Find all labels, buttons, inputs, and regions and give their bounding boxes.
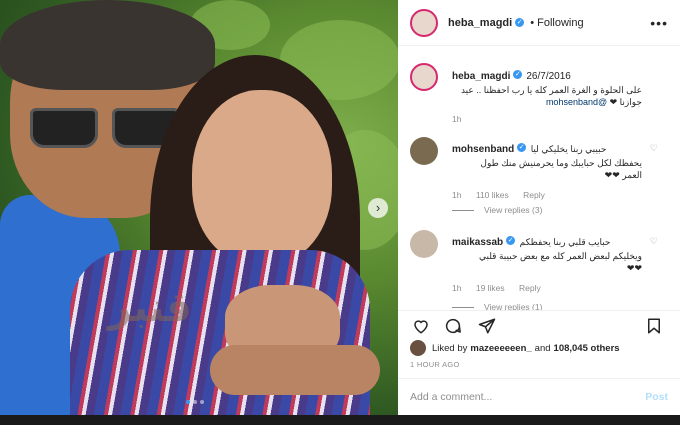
comment-meta: 1h 110 likes Reply <box>452 190 642 200</box>
post-actions-bar <box>398 310 680 341</box>
post-username[interactable]: heba_magdi <box>448 17 512 29</box>
comment-text-line3: ❤❤ <box>626 263 642 273</box>
share-icon[interactable] <box>478 317 496 335</box>
caption-username[interactable]: heba_magdi <box>452 71 510 82</box>
liked-by-and: and <box>534 342 551 354</box>
woman-face <box>192 90 332 265</box>
carousel-dots <box>186 400 204 404</box>
comment-username[interactable]: mohsenband <box>452 144 514 155</box>
comments-list[interactable]: heba_magdi ✓ 26/7/2016 على الحلوة و الغرة … <box>398 47 680 310</box>
comment-username[interactable]: maikassab <box>452 237 503 248</box>
carousel-dot <box>186 400 190 404</box>
comment-text-line3: العمر ❤❤ <box>604 170 642 180</box>
replies-divider <box>452 209 474 211</box>
view-replies-label: View replies (1) <box>484 302 543 310</box>
following-label: Following <box>537 16 584 29</box>
caption-text: على الحلوة و الغرة العمر كله يا رب احفظن… <box>460 85 642 95</box>
arm <box>210 345 380 395</box>
man-hair <box>0 0 215 90</box>
add-comment-input[interactable]: Add a comment... <box>410 391 492 403</box>
carousel-dot <box>193 400 197 404</box>
view-replies-label: View replies (3) <box>484 205 543 215</box>
comment-text: حبايب قلبي ربنا يحفظكم <box>519 237 611 247</box>
view-replies-button[interactable]: View replies (3) <box>452 205 652 215</box>
post-side-panel: heba_magdi ✓ • Following ••• heba_magdi ✓… <box>398 0 680 415</box>
heart-icon[interactable] <box>412 317 430 335</box>
comment-age: 1h <box>452 190 462 200</box>
comment-text: حبيبي ربنا يخليكي ليا <box>530 144 607 154</box>
comment-meta: 1h 19 likes Reply <box>452 283 642 293</box>
verified-badge-icon: ✓ <box>517 143 527 153</box>
replies-divider <box>452 306 474 308</box>
comment-icon[interactable] <box>444 317 462 335</box>
post-photo[interactable]: قنبر › <box>0 0 398 415</box>
following-status[interactable]: • Following <box>530 17 583 29</box>
comment-likes[interactable]: 110 likes <box>476 190 509 200</box>
post-comment-button[interactable]: Post <box>645 391 668 403</box>
reply-button[interactable]: Reply <box>519 283 541 293</box>
comment-likes[interactable]: 19 likes <box>476 283 505 293</box>
post-header: heba_magdi ✓ • Following ••• <box>398 0 680 46</box>
caption-date: 26/7/2016 <box>526 71 571 82</box>
caption-text-line2: جوازنا ❤ @mohsenband <box>452 96 642 108</box>
avatar[interactable] <box>410 137 438 165</box>
watermark-logo: قنبر <box>108 285 192 331</box>
add-comment-bar: Add a comment... Post <box>398 378 680 415</box>
avatar[interactable] <box>410 63 438 91</box>
like-comment-heart-icon[interactable]: ♡ <box>650 236 658 247</box>
carousel-next-button[interactable]: › <box>368 198 388 218</box>
like-comment-heart-icon[interactable]: ♡ <box>650 143 658 154</box>
more-options-icon[interactable]: ••• <box>650 15 668 31</box>
verified-badge-icon: ✓ <box>515 18 525 27</box>
view-replies-button[interactable]: View replies (1) <box>452 302 652 310</box>
avatar[interactable] <box>410 8 438 37</box>
comment-age: 1h <box>452 283 462 293</box>
verified-badge-icon: ✓ <box>513 70 523 80</box>
comment-text-line2: يحفظك لكل حبايبك وما يحرمنيش منك طول <box>480 158 642 168</box>
verified-badge-icon: ✓ <box>506 236 516 246</box>
likes-count[interactable]: 108,045 others <box>554 343 620 354</box>
avatar[interactable] <box>410 230 438 258</box>
liked-by-user[interactable]: mazeeeeeen_ <box>470 343 531 354</box>
liked-by-prefix: Liked by <box>432 342 468 354</box>
bookmark-icon[interactable] <box>645 317 663 335</box>
post-time-ago: 1 HOUR AGO <box>410 360 460 369</box>
carousel-dot <box>200 400 204 404</box>
caption-age: 1h <box>452 114 462 124</box>
mention-link[interactable]: @mohsenband <box>546 97 607 107</box>
caption-text-end: جوازنا ❤ <box>609 97 642 107</box>
comment-text-line2: ويخليكم لبعض العمر كله مع بعض حبيبة قلبي <box>478 251 642 261</box>
reply-button[interactable]: Reply <box>523 190 545 200</box>
likes-summary: Liked by mazeeeeeen_ and 108,045 others <box>410 340 670 356</box>
avatar[interactable] <box>410 340 426 356</box>
